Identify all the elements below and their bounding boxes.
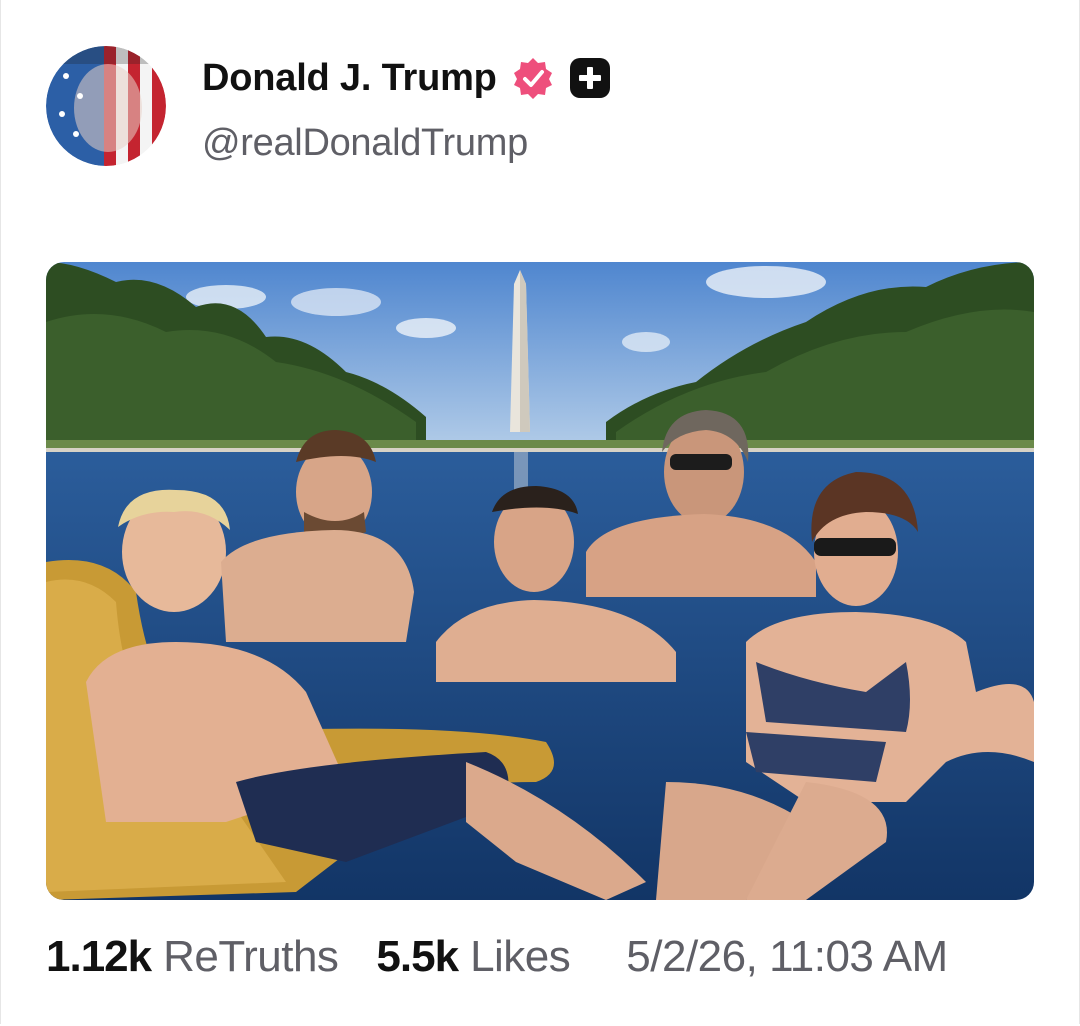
post-stats: 1.12k ReTruths 5.5k Likes 5/2/26, 11:03 … — [46, 932, 948, 982]
retruths-count[interactable]: 1.12k — [46, 932, 152, 982]
author-avatar[interactable] — [46, 46, 166, 166]
likes-label[interactable]: Likes — [470, 932, 571, 982]
verified-badge-icon — [513, 58, 552, 99]
likes-count[interactable]: 5.5k — [376, 932, 459, 982]
post-timestamp: 5/2/26, 11:03 AM — [626, 932, 948, 981]
retruths-label[interactable]: ReTruths — [163, 932, 339, 982]
plus-badge-icon — [569, 58, 610, 98]
author-name-row: Donald J. Trump — [202, 56, 611, 100]
author-display-name[interactable]: Donald J. Trump — [202, 57, 497, 100]
post-image[interactable] — [46, 262, 1034, 900]
author-handle[interactable]: @realDonaldTrump — [202, 122, 528, 165]
